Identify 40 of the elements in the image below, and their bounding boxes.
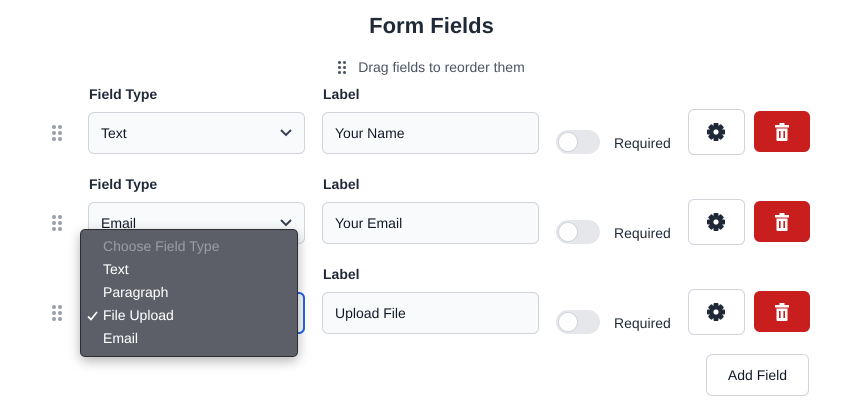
drag-handle-icon — [338, 60, 346, 74]
dropdown-option[interactable]: File Upload — [103, 307, 174, 323]
drag-handle-icon[interactable] — [52, 215, 62, 231]
required-toggle[interactable] — [556, 130, 600, 154]
settings-icon — [706, 302, 726, 322]
subtitle: Drag fields to reorder them — [358, 59, 525, 75]
required-label: Required — [614, 225, 671, 241]
drag-handle-icon[interactable] — [52, 125, 62, 141]
delete-button[interactable] — [754, 111, 810, 152]
trash-icon — [774, 122, 789, 140]
delete-button[interactable] — [754, 201, 810, 242]
field-label: Label — [323, 176, 360, 192]
settings-icon — [706, 212, 726, 232]
required-toggle[interactable] — [556, 220, 600, 244]
dropdown-option[interactable]: Text — [103, 261, 129, 277]
field-label: Field Type — [89, 86, 158, 102]
required-label: Required — [614, 135, 671, 151]
settings-icon — [706, 122, 726, 142]
delete-button[interactable] — [754, 291, 810, 332]
dropdown-option[interactable]: Email — [103, 330, 138, 346]
trash-icon — [774, 302, 789, 320]
add-field-button[interactable]: Add Field — [706, 354, 809, 396]
settings-button[interactable] — [688, 199, 745, 245]
settings-button[interactable] — [688, 289, 745, 335]
chevron-down-icon — [280, 129, 292, 137]
label-input[interactable]: Your Name — [322, 112, 539, 154]
drag-handle-icon[interactable] — [52, 305, 62, 321]
label-input[interactable]: Your Email — [322, 202, 539, 244]
settings-button[interactable] — [688, 109, 745, 155]
trash-icon — [774, 212, 789, 230]
required-toggle[interactable] — [556, 310, 600, 334]
label-input[interactable]: Upload File — [322, 292, 539, 334]
field-label: Label — [323, 266, 360, 282]
field-type-select[interactable]: Text — [88, 112, 305, 154]
dropdown-option[interactable]: Paragraph — [103, 284, 168, 300]
page-title: Form Fields — [368, 12, 495, 40]
field-label: Label — [323, 86, 360, 102]
chevron-down-icon — [280, 219, 292, 227]
required-label: Required — [614, 315, 671, 331]
field-label: Field Type — [89, 176, 158, 192]
